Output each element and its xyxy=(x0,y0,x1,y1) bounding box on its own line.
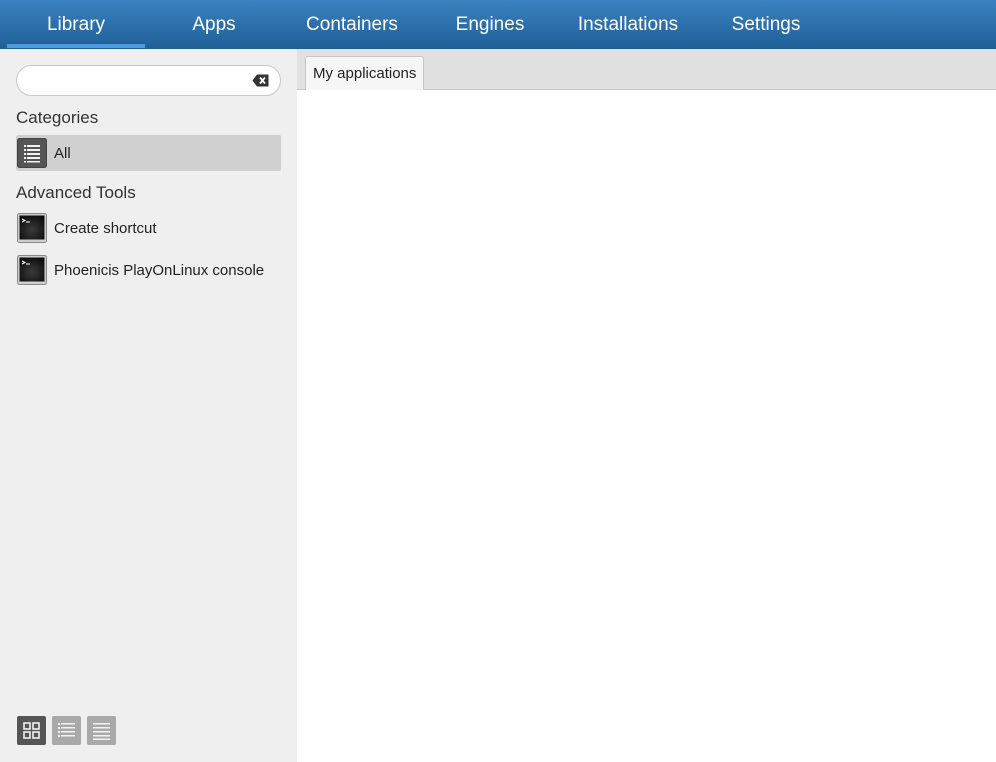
terminal-icon xyxy=(17,255,47,285)
top-navigation: Library Apps Containers Engines Installa… xyxy=(0,0,996,49)
detailed-list-view-button[interactable] xyxy=(87,716,116,745)
lines-icon xyxy=(87,716,116,745)
nav-tab-apps[interactable]: Apps xyxy=(145,0,283,49)
category-item-all[interactable]: All xyxy=(16,135,281,171)
advanced-tools-title: Advanced Tools xyxy=(16,183,136,202)
tool-item-create-shortcut[interactable]: Create shortcut xyxy=(16,210,281,246)
list-icon xyxy=(17,138,47,168)
tool-label: Create shortcut xyxy=(54,219,157,237)
nav-tab-label: Engines xyxy=(455,13,525,35)
nav-tab-installations[interactable]: Installations xyxy=(559,0,697,49)
nav-tab-engines[interactable]: Engines xyxy=(421,0,559,49)
nav-tab-label: Containers xyxy=(306,13,398,35)
nav-tab-label: Library xyxy=(46,13,106,35)
tab-label: My applications xyxy=(313,65,417,82)
nav-tab-label: Installations xyxy=(577,13,679,35)
nav-tab-settings[interactable]: Settings xyxy=(697,0,835,49)
nav-tab-containers[interactable]: Containers xyxy=(283,0,421,49)
icons-view-button[interactable] xyxy=(17,716,46,745)
nav-tab-label: Apps xyxy=(192,13,236,35)
grid-icon xyxy=(17,716,46,745)
tab-my-applications[interactable]: My applications xyxy=(305,56,425,90)
compact-list-view-button[interactable] xyxy=(52,716,81,745)
terminal-icon xyxy=(17,213,47,243)
list-icon xyxy=(52,716,81,745)
nav-tab-library[interactable]: Library xyxy=(7,0,145,49)
nav-tab-label: Settings xyxy=(731,13,801,35)
tool-item-phoenicis-console[interactable]: Phoenicis PlayOnLinux console xyxy=(16,252,281,288)
category-label: All xyxy=(54,144,71,162)
content-tabstrip: My applications xyxy=(297,49,996,90)
clear-search-icon[interactable] xyxy=(252,74,269,87)
app-window: Library Apps Containers Engines Installa… xyxy=(0,0,996,762)
main-content: My applications xyxy=(297,49,996,762)
tool-label: Phoenicis PlayOnLinux console xyxy=(54,261,265,279)
search-input[interactable] xyxy=(29,71,251,91)
search-box xyxy=(16,65,281,96)
sidebar: Categories All Advanced Tools Create sho… xyxy=(0,49,297,762)
categories-title: Categories xyxy=(16,108,99,127)
